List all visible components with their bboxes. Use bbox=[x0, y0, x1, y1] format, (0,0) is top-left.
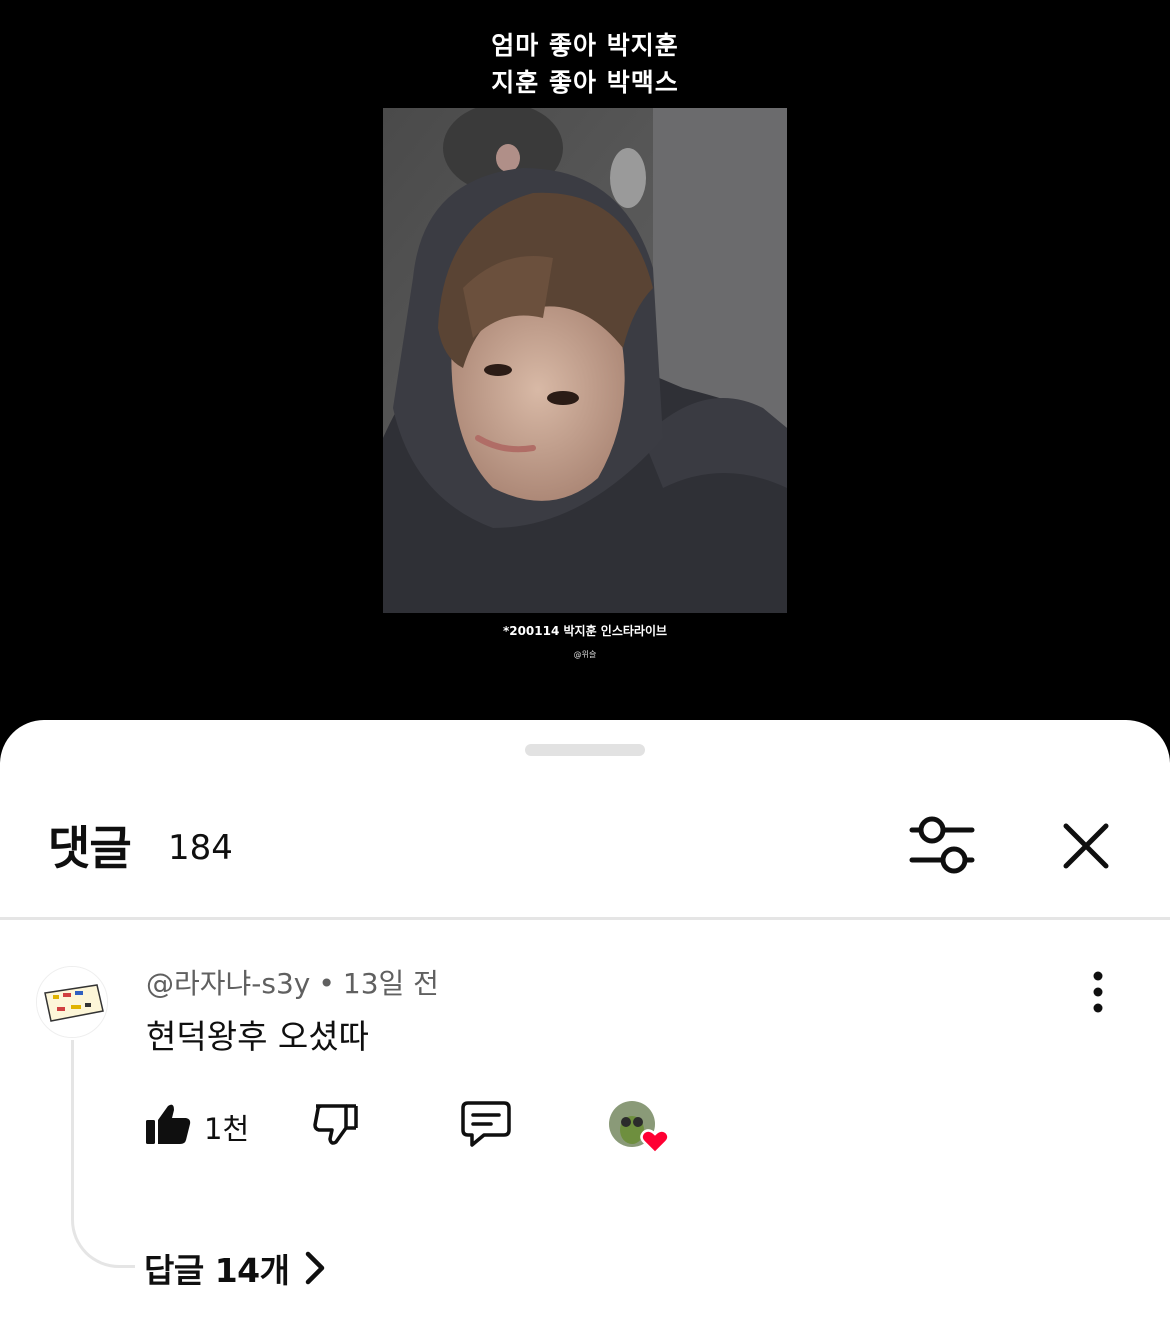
more-vertical-icon bbox=[1093, 971, 1103, 1013]
dislike-button[interactable] bbox=[312, 1100, 360, 1148]
close-button[interactable] bbox=[1058, 818, 1114, 874]
video-caption-line2: 지훈 좋아 박맥스 bbox=[491, 68, 679, 97]
video-caption-date: *200114 박지훈 인스타라이브 bbox=[502, 624, 668, 638]
comment-time: 13일 전 bbox=[342, 967, 439, 1000]
view-replies-button[interactable]: 답글 14개 bbox=[144, 1246, 328, 1290]
comments-sheet: 댓글 184 @라자냐-s3y • 13일 전 현덕왕후 오셨따 1천 답글 1… bbox=[0, 720, 1170, 1336]
comment-meta: @라자냐-s3y • 13일 전 bbox=[146, 962, 439, 1002]
heart-icon bbox=[640, 1129, 670, 1155]
replies-label: 답글 14개 bbox=[144, 1251, 290, 1290]
sliders-icon bbox=[909, 816, 975, 874]
comments-title: 댓글 bbox=[48, 821, 132, 875]
like-button[interactable] bbox=[144, 1100, 192, 1148]
thread-connector bbox=[71, 1040, 135, 1268]
thumbs-up-icon bbox=[146, 1104, 191, 1144]
chevron-right-icon bbox=[305, 1251, 324, 1285]
comment-icon bbox=[461, 1101, 511, 1147]
drag-handle[interactable] bbox=[525, 744, 645, 756]
video-caption-line1: 엄마 좋아 박지훈 bbox=[491, 31, 679, 60]
reply-button[interactable] bbox=[460, 1100, 512, 1148]
creator-heart bbox=[608, 1100, 672, 1156]
close-icon bbox=[1063, 823, 1109, 869]
comment-text: 현덕왕후 오셨따 bbox=[146, 1017, 370, 1056]
header-divider bbox=[0, 917, 1170, 920]
meta-separator: • bbox=[318, 967, 335, 1000]
avatar[interactable] bbox=[36, 966, 108, 1038]
comment-author[interactable]: @라자냐-s3y bbox=[146, 967, 310, 1000]
comments-count: 184 bbox=[168, 828, 233, 868]
thumbs-down-icon bbox=[313, 1104, 358, 1145]
video-frame-image bbox=[383, 108, 787, 613]
like-count: 1천 bbox=[204, 1112, 250, 1146]
comment-more-button[interactable] bbox=[1082, 970, 1114, 1014]
sort-filter-button[interactable] bbox=[908, 816, 976, 876]
video-caption-credit: @위슬 bbox=[573, 650, 597, 659]
video-player[interactable]: 엄마 좋아 박지훈 지훈 좋아 박맥스 *200114 박지훈 인스타라이브 @… bbox=[0, 0, 1170, 740]
